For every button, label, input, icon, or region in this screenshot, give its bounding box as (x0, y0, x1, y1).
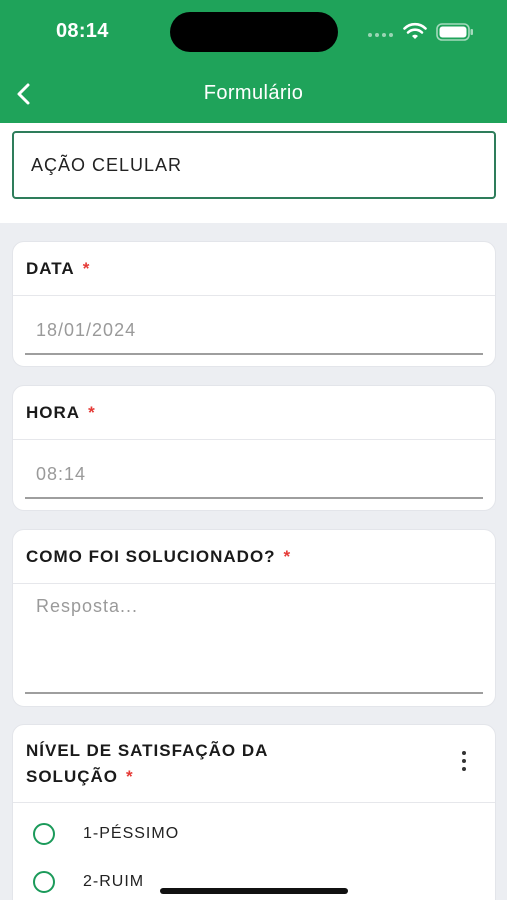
satisfaction-label-row: NÍVEL DE SATISFAÇÃO DA SOLUÇÃO * (13, 725, 495, 803)
satisfaction-label-line2-row: SOLUÇÃO * (26, 764, 268, 790)
radio-option[interactable]: 1-PÉSSIMO (33, 823, 179, 845)
radio-circle-icon[interactable] (33, 871, 55, 893)
more-options-icon[interactable] (459, 751, 469, 771)
radio-option-label: 2-RUIM (83, 873, 145, 890)
time-label-row: HORA * (13, 386, 495, 440)
time-card: HORA * 08:14 (12, 385, 496, 511)
solution-label: COMO FOI SOLUCIONADO? (26, 546, 276, 566)
date-label: DATA (26, 258, 75, 278)
action-field[interactable]: AÇÃO CELULAR (12, 131, 496, 199)
dynamic-island (170, 12, 338, 52)
date-input-underline (25, 353, 483, 355)
signal-icon (368, 33, 396, 37)
solution-textarea[interactable]: Resposta... (36, 596, 138, 617)
time-input-underline (25, 497, 483, 499)
required-marker: * (283, 546, 292, 566)
radio-option[interactable]: 2-RUIM (33, 871, 144, 893)
action-section: AÇÃO CELULAR (0, 123, 507, 223)
date-card: DATA * 18/01/2024 (12, 241, 496, 367)
satisfaction-label-line1: NÍVEL DE SATISFAÇÃO DA (26, 740, 269, 760)
date-label-row: DATA * (13, 242, 495, 296)
home-indicator (160, 888, 348, 894)
solution-input-underline (25, 692, 483, 694)
required-marker: * (82, 258, 91, 278)
page-title: Formulário (203, 82, 304, 104)
solution-card: COMO FOI SOLUCIONADO? * Resposta... (12, 529, 496, 707)
satisfaction-card: NÍVEL DE SATISFAÇÃO DA SOLUÇÃO * 1-PÉSSIM… (12, 724, 496, 900)
date-input[interactable]: 18/01/2024 (36, 320, 136, 341)
satisfaction-label-line2: SOLUÇÃO (26, 766, 118, 786)
radio-circle-icon[interactable] (33, 823, 55, 845)
required-marker: * (88, 402, 96, 422)
app-header: 08:14 Formulário (0, 0, 507, 123)
status-time: 08:14 (56, 20, 109, 42)
required-marker: * (126, 766, 134, 786)
time-input[interactable]: 08:14 (36, 464, 86, 485)
solution-label-row: COMO FOI SOLUCIONADO? * (13, 530, 495, 584)
battery-icon (436, 23, 473, 41)
satisfaction-label: NÍVEL DE SATISFAÇÃO DA SOLUÇÃO * (26, 738, 268, 790)
time-label: HORA (26, 402, 81, 422)
radio-option-label: 1-PÉSSIMO (83, 825, 180, 842)
wifi-icon (403, 22, 427, 39)
